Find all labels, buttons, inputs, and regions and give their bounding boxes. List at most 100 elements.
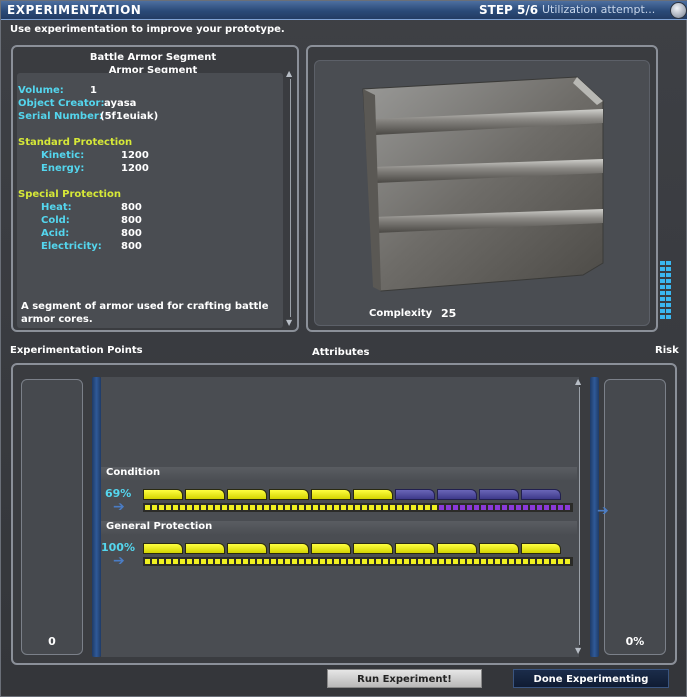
segment-available[interactable]	[395, 489, 435, 500]
progress-dot	[278, 505, 283, 510]
progress-dot	[558, 505, 563, 510]
segment-filled[interactable]	[185, 489, 225, 500]
progress-dot	[208, 559, 213, 564]
progress-dot	[425, 505, 430, 510]
progress-dot	[551, 505, 556, 510]
segment-filled[interactable]	[185, 543, 225, 554]
left-rail	[92, 377, 101, 657]
scroll-up-icon[interactable]: ▲	[575, 377, 581, 386]
progress-dot	[362, 505, 367, 510]
progress-dot	[222, 505, 227, 510]
run-experiment-button[interactable]: Run Experiment!	[327, 669, 482, 688]
experimentation-points-box: 0	[21, 379, 83, 655]
progress-dot	[376, 559, 381, 564]
arrow-right-icon: ➔	[113, 499, 125, 515]
progress-dot	[460, 505, 465, 510]
progress-dot	[488, 505, 493, 510]
complexity-value: 25	[441, 307, 457, 320]
segment-filled[interactable]	[311, 489, 351, 500]
info-scrollbar[interactable]: ▲ ▼	[286, 69, 295, 327]
segment-filled[interactable]	[521, 543, 561, 554]
progress-dot	[243, 559, 248, 564]
progress-dot	[334, 559, 339, 564]
segment-available[interactable]	[437, 489, 477, 500]
progress-dot	[243, 505, 248, 510]
segment-filled[interactable]	[353, 543, 393, 554]
progress-dot	[194, 559, 199, 564]
segment-filled[interactable]	[143, 489, 183, 500]
done-experimenting-button[interactable]: Done Experimenting	[513, 669, 669, 688]
attributes-label: Attributes	[312, 347, 370, 358]
risk-level-meter	[660, 261, 674, 323]
arrow-right-icon: ➔	[597, 503, 609, 519]
attribute-row-general-protection[interactable]: General Protection 100% ➔	[101, 521, 579, 575]
segment-filled[interactable]	[269, 543, 309, 554]
progress-dot	[404, 505, 409, 510]
attribute-progress-dots	[143, 503, 573, 512]
progress-dot	[250, 559, 255, 564]
segment-filled[interactable]	[437, 543, 477, 554]
progress-dot	[152, 559, 157, 564]
segment-filled[interactable]	[353, 489, 393, 500]
section-standard-protection: Standard Protection	[18, 137, 133, 148]
progress-dot	[544, 559, 549, 564]
segment-filled[interactable]	[395, 543, 435, 554]
scroll-up-icon[interactable]: ▲	[286, 69, 292, 78]
progress-dot	[285, 559, 290, 564]
progress-dot	[201, 505, 206, 510]
prototype-viewport[interactable]: Complexity 25	[314, 60, 650, 326]
progress-dot	[334, 505, 339, 510]
progress-dot	[551, 559, 556, 564]
progress-dot	[537, 505, 542, 510]
progress-dot	[313, 559, 318, 564]
attribute-row-condition[interactable]: Condition 69% ➔	[101, 467, 579, 521]
progress-dot	[271, 505, 276, 510]
segment-filled[interactable]	[269, 489, 309, 500]
item-name: Battle Armor Segment	[89, 52, 217, 63]
progress-dot	[453, 559, 458, 564]
segment-filled[interactable]	[227, 543, 267, 554]
progress-dot	[278, 559, 283, 564]
attribute-header: Condition	[101, 467, 577, 481]
progress-dot	[516, 505, 521, 510]
title-bar[interactable]: EXPERIMENTATION STEP 5/6 Utilization att…	[1, 1, 687, 20]
progress-dot	[159, 505, 164, 510]
segment-filled[interactable]	[227, 489, 267, 500]
stat-value: 1200	[121, 150, 149, 161]
step-indicator: STEP 5/6	[479, 3, 539, 17]
progress-dot	[215, 505, 220, 510]
progress-dot	[467, 559, 472, 564]
progress-dot	[229, 559, 234, 564]
scroll-down-icon[interactable]: ▼	[286, 318, 292, 327]
segment-filled[interactable]	[479, 543, 519, 554]
complexity-label: Complexity	[369, 308, 433, 319]
scroll-down-icon[interactable]: ▼	[575, 646, 581, 655]
experimentation-points-value: 0	[48, 635, 56, 648]
experimentation-points-label: Experimentation Points	[10, 345, 143, 356]
segment-filled[interactable]	[311, 543, 351, 554]
progress-dot	[320, 559, 325, 564]
progress-dot	[467, 505, 472, 510]
progress-dot	[348, 505, 353, 510]
stat-label: Heat:	[41, 202, 72, 213]
progress-dot	[145, 559, 150, 564]
segment-available[interactable]	[521, 489, 561, 500]
progress-dot	[180, 559, 185, 564]
progress-dot	[516, 559, 521, 564]
progress-dot	[369, 559, 374, 564]
segment-available[interactable]	[479, 489, 519, 500]
progress-dot	[327, 559, 332, 564]
attribute-header: General Protection	[101, 521, 577, 535]
attribute-name: General Protection	[106, 521, 213, 532]
segment-filled[interactable]	[143, 543, 183, 554]
progress-dot	[369, 505, 374, 510]
progress-dot	[166, 505, 171, 510]
progress-dot	[201, 559, 206, 564]
field-label: Volume:	[18, 85, 64, 96]
window-title: EXPERIMENTATION	[7, 3, 142, 17]
progress-dot	[432, 505, 437, 510]
item-info-panel: Battle Armor Segment Armor Segment Volum…	[11, 45, 299, 332]
progress-dot	[187, 559, 192, 564]
close-icon[interactable]	[670, 2, 687, 19]
experimentation-window: EXPERIMENTATION STEP 5/6 Utilization att…	[0, 0, 687, 697]
